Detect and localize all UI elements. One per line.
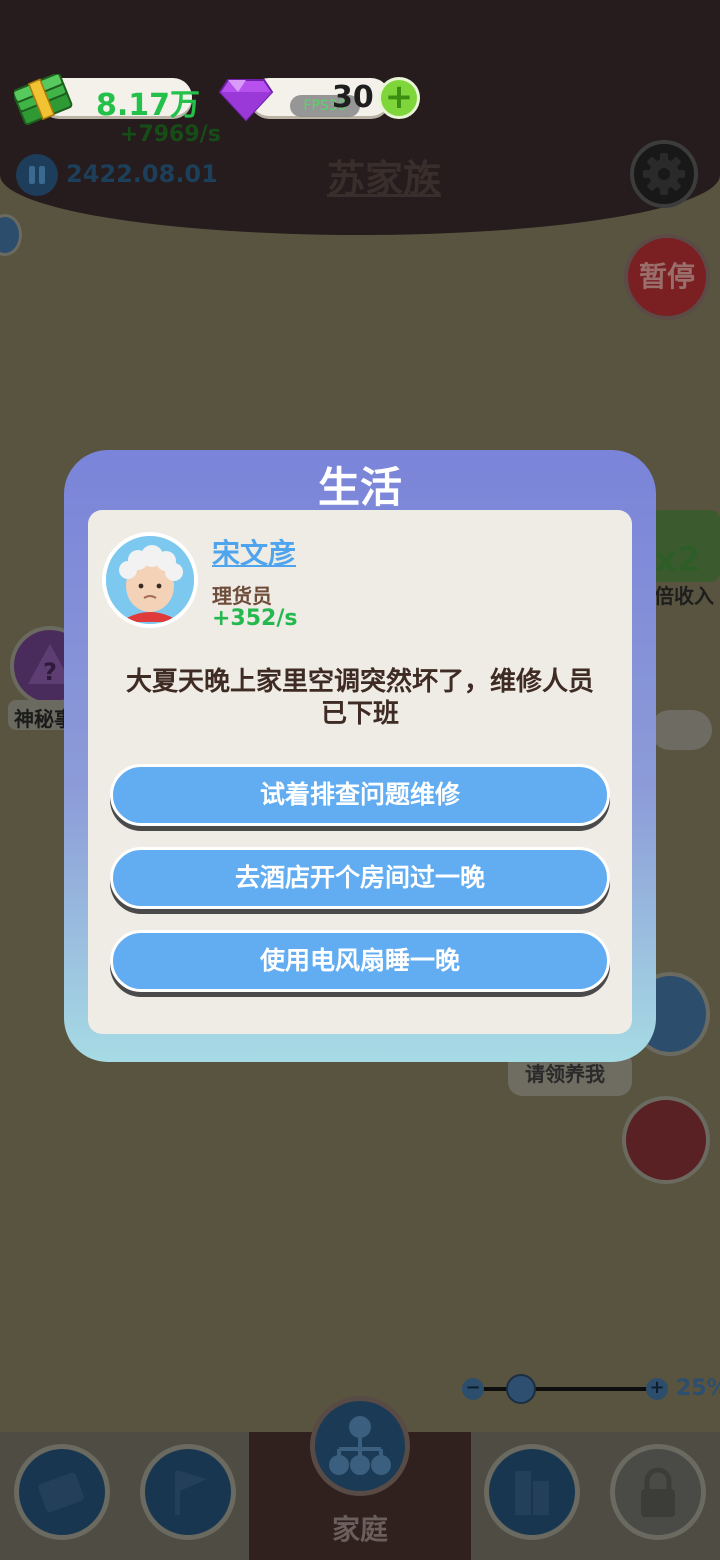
zoom-percent: 25% xyxy=(676,1376,720,1401)
character-income: +352/s xyxy=(212,606,298,631)
character-avatar[interactable] xyxy=(102,532,198,628)
child-avatar[interactable] xyxy=(622,1096,710,1184)
character-name[interactable]: 宋文彦 xyxy=(212,532,296,572)
dialog-title: 生活 xyxy=(317,463,402,512)
building-icon xyxy=(515,1471,549,1515)
family-members-chip[interactable] xyxy=(650,710,712,750)
sleep-icon[interactable] xyxy=(0,214,22,256)
gem-value: 30 xyxy=(332,80,374,115)
gem-icon xyxy=(218,76,274,126)
nav-locked-button[interactable] xyxy=(610,1444,706,1540)
adopt-text: 请领养我 xyxy=(525,1062,605,1086)
double-income-label: 倍收入 xyxy=(654,584,714,608)
life-event-dialog: 生活 宋文彦 理货员 +352/s 大夏天晚上家里空调突然坏了，维修人员已下班 … xyxy=(64,450,656,1062)
gear-icon xyxy=(643,153,685,195)
money-value: 8.17万 xyxy=(96,88,201,123)
dialog-panel: 宋文彦 理货员 +352/s 大夏天晚上家里空调突然坏了，维修人员已下班 试着排… xyxy=(88,510,632,1034)
family-title[interactable]: 苏家族 xyxy=(0,148,720,203)
add-gems-button[interactable]: + xyxy=(378,77,420,119)
nav-family-label: 家庭 xyxy=(331,1513,388,1546)
zoom-slider-track[interactable] xyxy=(472,1387,658,1391)
flag-icon xyxy=(175,1471,207,1515)
money-stack-icon xyxy=(12,72,76,130)
double-multiplier: x2 xyxy=(655,540,701,580)
settings-button[interactable] xyxy=(630,140,698,208)
nav-flag-button[interactable] xyxy=(140,1444,236,1540)
zoom-in-button[interactable]: + xyxy=(646,1378,668,1400)
book-icon xyxy=(38,1472,84,1513)
elderly-man-avatar-icon xyxy=(106,536,194,624)
nav-building-button[interactable] xyxy=(484,1444,580,1540)
family-tree-icon xyxy=(329,1416,391,1475)
choice-repair-button[interactable]: 试着排查问题维修 xyxy=(110,764,610,826)
zoom-slider-knob[interactable] xyxy=(506,1374,536,1404)
pause-game-button[interactable]: 暂停 xyxy=(624,234,710,320)
nav-book-button[interactable] xyxy=(14,1444,110,1540)
zoom-out-button[interactable]: − xyxy=(462,1378,484,1400)
choice-fan-button[interactable]: 使用电风扇睡一晚 xyxy=(110,930,610,992)
choice-hotel-button[interactable]: 去酒店开个房间过一晚 xyxy=(110,847,610,909)
svg-text:?: ? xyxy=(43,658,57,686)
character-job: 理货员 xyxy=(212,584,272,608)
event-description: 大夏天晚上家里空调突然坏了，维修人员已下班 xyxy=(125,667,594,729)
lock-icon xyxy=(641,1467,675,1517)
income-rate: +7969/s xyxy=(120,122,221,147)
nav-family-button[interactable] xyxy=(310,1396,410,1496)
